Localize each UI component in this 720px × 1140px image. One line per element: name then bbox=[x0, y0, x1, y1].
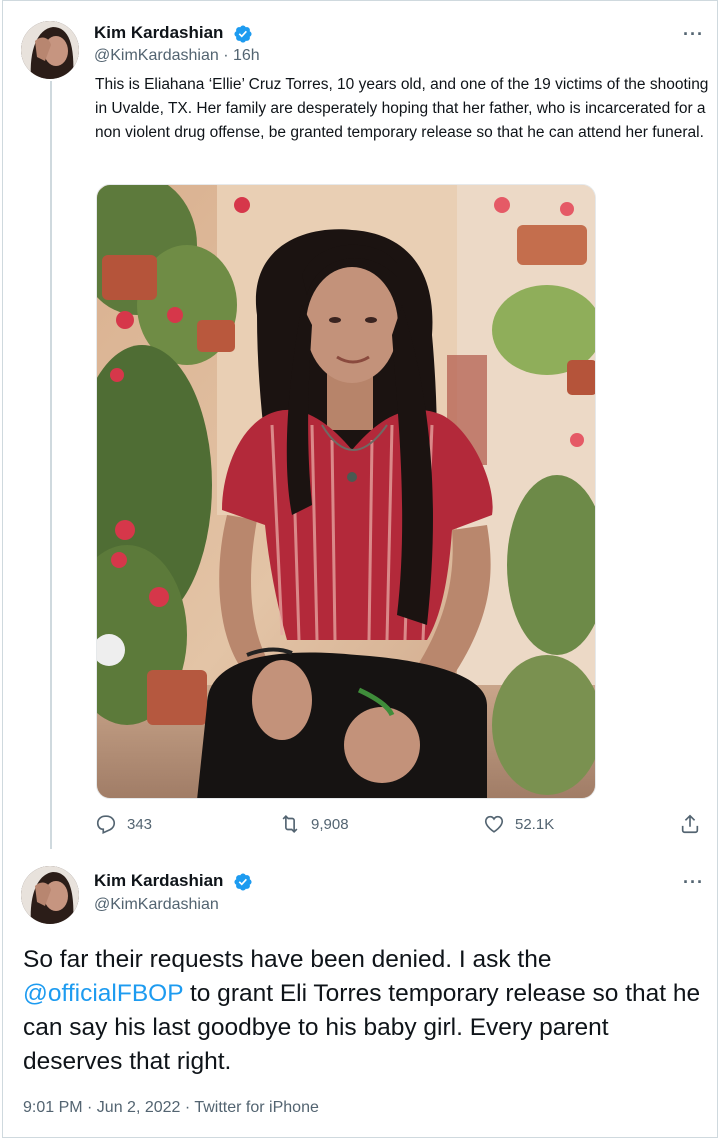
handle-and-time[interactable]: @KimKardashian · 16h bbox=[94, 47, 260, 65]
reply-count: 343 bbox=[127, 815, 153, 833]
tweet-photo[interactable] bbox=[96, 184, 596, 799]
retweet-icon bbox=[282, 815, 298, 833]
tweet-timestamp[interactable]: 9:01 PM · Jun 2, 2022 · Twitter for iPho… bbox=[23, 1099, 319, 1117]
reply-icon bbox=[96, 815, 116, 834]
handle[interactable]: @KimKardashian bbox=[94, 896, 219, 914]
share-icon bbox=[681, 814, 699, 834]
retweet-button[interactable]: 9,908 bbox=[279, 813, 349, 835]
avatar[interactable] bbox=[21, 866, 79, 924]
tweet-text: This is Eliahana ‘Ellie’ Cruz Torres, 10… bbox=[95, 76, 709, 141]
like-count: 52.1K bbox=[515, 815, 555, 833]
display-name[interactable]: Kim Kardashian bbox=[94, 871, 223, 891]
tweet-thread-card: Kim Kardashian @KimKardashian · 16h ··· … bbox=[2, 0, 718, 1138]
tweet-text: So far their requests have been denied. … bbox=[23, 943, 713, 1079]
like-icon bbox=[484, 815, 504, 833]
avatar[interactable] bbox=[21, 21, 79, 79]
tweet-text-part: So far their requests have been denied. … bbox=[23, 946, 552, 973]
more-icon[interactable]: ··· bbox=[683, 873, 704, 891]
verified-badge-icon bbox=[234, 25, 252, 43]
like-button[interactable]: 52.1K bbox=[483, 813, 554, 835]
tweet-actions: 343 9,908 52.1K bbox=[93, 813, 713, 843]
thread-connector-line bbox=[50, 81, 52, 849]
retweet-count: 9,908 bbox=[311, 815, 349, 833]
mention-link[interactable]: @officialFBOP bbox=[23, 980, 183, 1007]
share-button[interactable] bbox=[679, 813, 701, 835]
display-name[interactable]: Kim Kardashian bbox=[94, 23, 223, 43]
verified-badge-icon bbox=[234, 873, 252, 891]
reply-button[interactable]: 343 bbox=[95, 813, 152, 835]
more-icon[interactable]: ··· bbox=[683, 25, 704, 43]
